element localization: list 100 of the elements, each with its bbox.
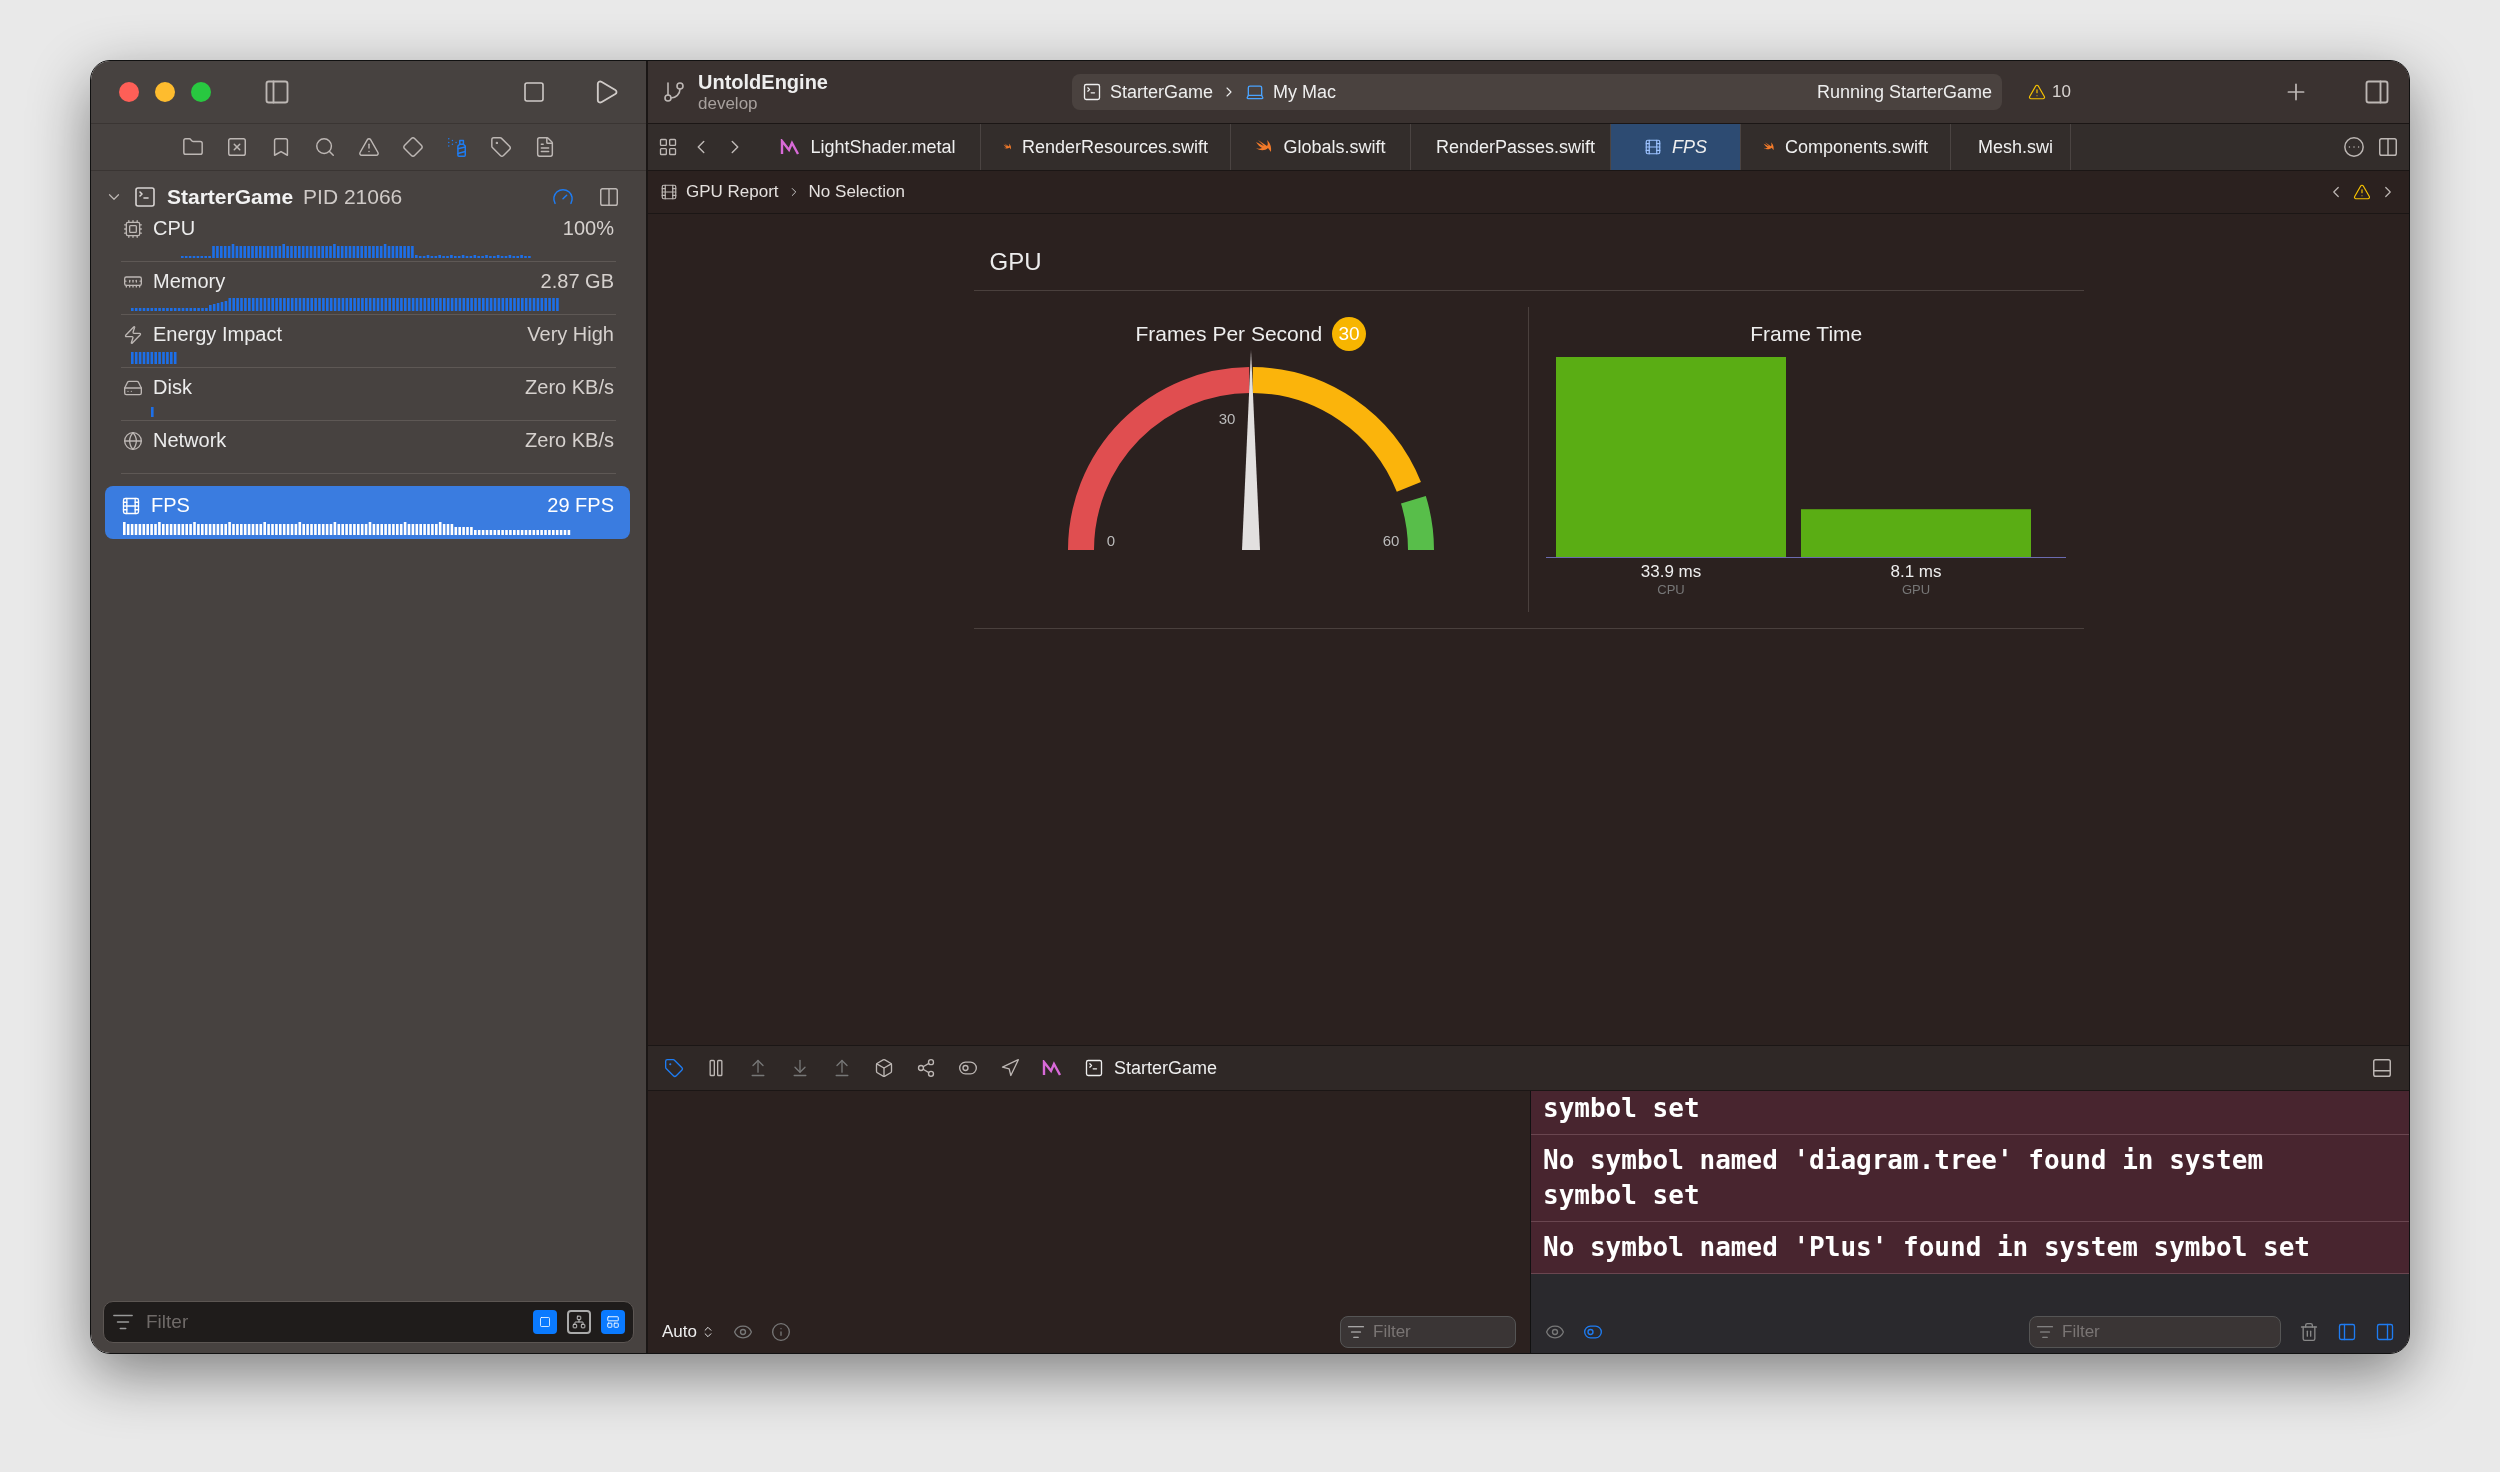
gauge-label: FPS — [151, 494, 190, 517]
right-panel-icon[interactable] — [2375, 1322, 2395, 1342]
gauge-min-label: 0 — [1106, 532, 1115, 549]
destination-name[interactable]: My Mac — [1273, 81, 1337, 103]
tag-icon[interactable] — [489, 136, 512, 158]
folder-icon[interactable] — [181, 136, 204, 158]
zigzag-icon — [780, 139, 801, 155]
bar-value-label: 33.9 ms — [1641, 562, 1702, 581]
gauge-row[interactable]: Network Zero KB/s — [121, 421, 616, 474]
filter-icon — [1347, 1323, 1365, 1341]
gauge-row[interactable]: CPU 100% — [121, 209, 616, 262]
filter-icon — [2036, 1323, 2054, 1341]
columns-icon[interactable] — [598, 186, 620, 208]
fps-badge: 30 — [1332, 317, 1367, 351]
terminal-icon — [1084, 1058, 1104, 1078]
debug-target[interactable]: StarterGame — [1114, 1057, 1218, 1079]
breadcrumb-item[interactable]: GPU Report — [686, 182, 779, 202]
panel-toggle-icon[interactable] — [2371, 1057, 2393, 1079]
project-name: UntoldEngine — [698, 70, 828, 94]
editor-tab[interactable]: LightShader.metal — [756, 124, 981, 170]
editor-tab[interactable]: Globals.swift — [1231, 124, 1411, 170]
console-message: No symbol named 'diagram.tree' found in system symbol set — [1531, 1135, 2409, 1222]
gauge-row[interactable]: Energy Impact Very High — [121, 315, 616, 368]
network-icon — [572, 1315, 586, 1329]
cube-icon[interactable] — [874, 1058, 894, 1078]
gauge-value: 2.87 GB — [540, 270, 614, 293]
bar-value-label: 8.1 ms — [1890, 562, 1942, 581]
report-title: GPU — [973, 230, 2084, 291]
gauge-row[interactable]: Disk Zero KB/s — [121, 368, 616, 421]
breadcrumb-item[interactable]: No Selection — [808, 182, 905, 202]
search-icon[interactable] — [313, 136, 336, 158]
gauge-title: Frames Per Second — [1135, 322, 1323, 346]
bar-category-label: CPU — [1657, 582, 1685, 597]
zigzag-icon — [1042, 1060, 1062, 1076]
zoom-button[interactable] — [191, 82, 211, 102]
scope-selector[interactable]: Auto — [662, 1322, 715, 1342]
filter-input[interactable]: Filter — [2060, 1321, 2274, 1343]
process-name[interactable]: StarterGame — [167, 185, 294, 209]
square-icon — [539, 1316, 551, 1328]
location-icon[interactable] — [1000, 1058, 1020, 1078]
bar-category-label: GPU — [1902, 582, 1931, 597]
gauge-label: Disk — [153, 376, 192, 399]
breakpoint-icon[interactable] — [664, 1058, 684, 1078]
run-status: Running StarterGame — [1816, 81, 1992, 103]
warning-icon — [2028, 83, 2046, 101]
editor-tab[interactable]: RenderResources.swift — [981, 124, 1231, 170]
terminal-icon — [133, 185, 157, 209]
film-icon — [1644, 138, 1662, 156]
film-icon — [660, 183, 678, 201]
diamond-icon[interactable] — [401, 136, 424, 158]
process-pid: PID 21066 — [303, 185, 403, 209]
more-icon[interactable] — [2343, 136, 2365, 158]
stop-icon[interactable] — [522, 80, 546, 104]
split-editor-icon[interactable] — [2377, 136, 2399, 158]
gauge-value: 100% — [562, 217, 614, 240]
filter-input[interactable]: Filter — [1371, 1321, 1509, 1343]
graph-icon[interactable] — [916, 1058, 936, 1078]
branch-icon — [662, 80, 686, 104]
branch-name: develop — [698, 93, 759, 114]
editor-tab[interactable]: Components.swift — [1741, 124, 1951, 170]
gauge-value: 29 FPS — [547, 494, 614, 517]
filter-field[interactable]: Filter — [2029, 1316, 2281, 1348]
gauge-label: Energy Impact — [153, 323, 282, 346]
spray-can-icon[interactable] — [445, 136, 468, 158]
gauge-label: CPU — [153, 217, 196, 240]
gauge-label: Network — [153, 429, 227, 452]
scheme-name[interactable]: StarterGame — [1110, 81, 1214, 103]
filter-field[interactable]: Filter — [1340, 1316, 1516, 1348]
chart-title: Frame Time — [1750, 322, 1863, 346]
high-range-arc — [1400, 496, 1434, 551]
terminal-icon — [1082, 82, 1102, 102]
minimize-button[interactable] — [155, 82, 175, 102]
gauge-label: Memory — [153, 270, 226, 293]
inspector-toggle-icon[interactable] — [2363, 78, 2391, 106]
gauge-row[interactable]: Memory 2.87 GB — [121, 262, 616, 315]
editor-tab[interactable]: FPS — [1611, 124, 1741, 170]
gauge-mid-label: 30 — [1218, 410, 1236, 427]
info-icon[interactable] — [771, 1322, 791, 1342]
filter-input[interactable]: Filter — [144, 1310, 523, 1334]
warning-icon[interactable] — [357, 136, 380, 158]
close-button[interactable] — [119, 82, 139, 102]
grid-icon[interactable] — [658, 137, 678, 157]
grid-icon — [606, 1315, 620, 1329]
hierarchy-icon[interactable] — [567, 1310, 591, 1334]
gauge-row[interactable]: FPS 29 FPS — [105, 486, 630, 539]
gauge-value: Zero KB/s — [525, 429, 614, 452]
toggle-icon[interactable] — [533, 1310, 557, 1334]
trash-icon[interactable] — [2299, 1322, 2319, 1342]
blocks-icon[interactable] — [601, 1310, 625, 1334]
warning-count[interactable]: 10 — [2052, 82, 2071, 102]
left-panel-icon[interactable] — [2337, 1322, 2357, 1342]
globe-icon — [123, 430, 143, 451]
sidebar-toggle-icon[interactable] — [263, 78, 291, 106]
gauge-value: Very High — [527, 323, 614, 346]
warning-icon — [2353, 183, 2371, 201]
editor-tab[interactable]: Mesh.swi — [1951, 124, 2071, 170]
console-message: symbol set — [1531, 1091, 2409, 1135]
cpu-icon — [123, 218, 143, 239]
filter-field[interactable]: Filter — [103, 1301, 634, 1343]
gauge-value: Zero KB/s — [525, 376, 614, 399]
